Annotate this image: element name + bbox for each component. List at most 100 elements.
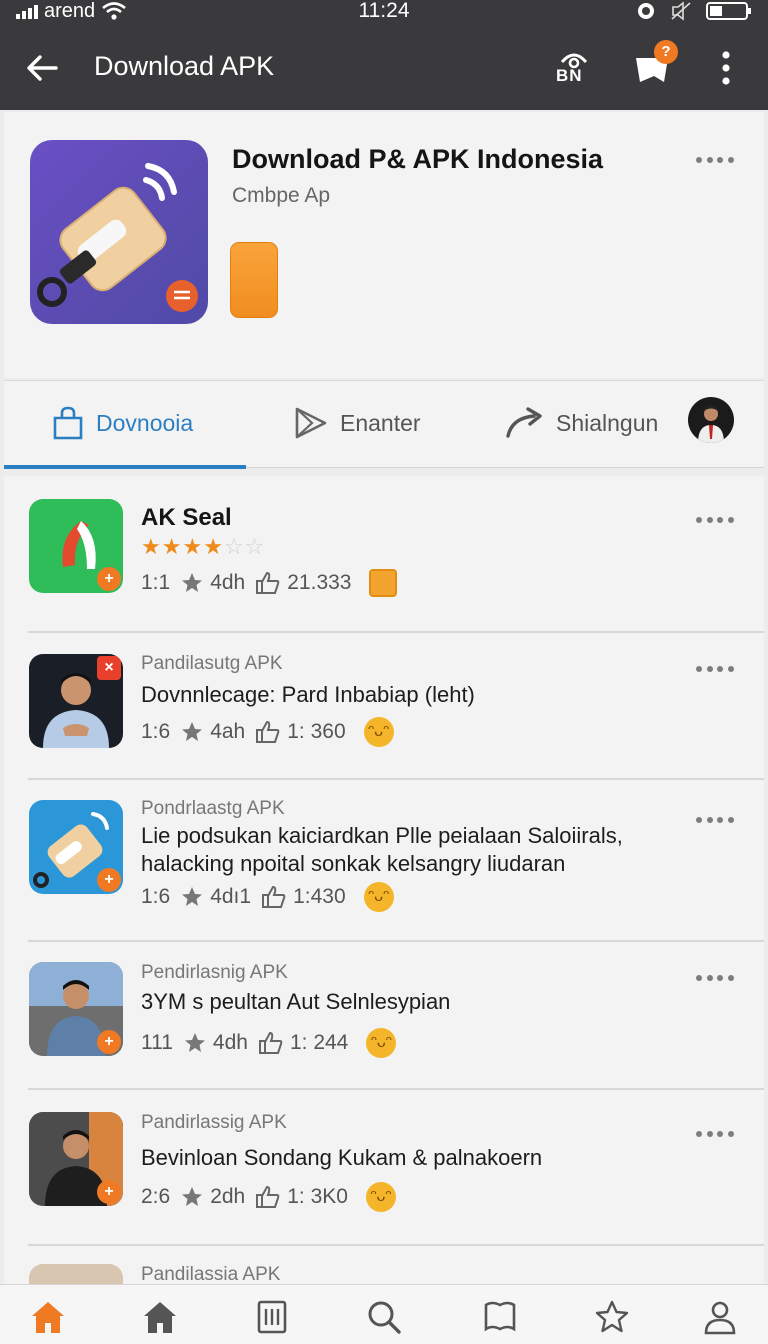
smile-emoji-icon: ᵔᴗᵔ xyxy=(365,1182,396,1212)
bottom-navigation xyxy=(0,1284,768,1344)
item-category: Pandilassia APK xyxy=(141,1264,281,1284)
item-meta: 2:6 2dh 1: 3K0 ᵔᴗᵔ xyxy=(141,1182,396,1212)
item-more-icon[interactable] xyxy=(696,816,734,824)
meta-likes: 21.333 xyxy=(287,571,352,594)
edit-icon xyxy=(255,1185,281,1209)
home-icon xyxy=(144,1302,176,1333)
star-icon xyxy=(180,1185,204,1209)
nav-home[interactable] xyxy=(140,1297,180,1337)
status-bar: arend 11:24 xyxy=(0,0,768,26)
item-title: Lie podsukan kaiciardkan Plle peialaan S… xyxy=(141,823,623,876)
item-more-icon[interactable] xyxy=(696,1130,734,1138)
orange-tag[interactable] xyxy=(230,242,278,318)
mute-icon xyxy=(671,1,691,21)
cart-button[interactable]: ? xyxy=(630,40,678,90)
back-arrow-icon[interactable] xyxy=(22,48,62,88)
tab-download-label: Dovnooia xyxy=(96,409,194,436)
home-icon xyxy=(32,1302,64,1333)
app-header-card: Download P& APK Indonesia Cmbpe Ap xyxy=(4,112,764,378)
plus-badge-icon: + xyxy=(97,868,121,892)
plus-badge-icon: + xyxy=(97,567,121,591)
app-bar: Download APK BN ? xyxy=(0,26,768,110)
item-more-icon[interactable] xyxy=(696,516,734,524)
send-icon xyxy=(295,407,327,439)
item-meta: 111 4dh 1: 244 ᵔᴗᵔ xyxy=(141,1028,397,1058)
active-tab-indicator xyxy=(4,465,246,469)
meta-likes: 1: 360 xyxy=(287,720,346,743)
nav-documents[interactable] xyxy=(252,1297,292,1337)
plus-badge-icon: + xyxy=(97,1030,121,1054)
item-thumbnail xyxy=(29,1264,123,1284)
account-button[interactable]: BN xyxy=(552,46,596,90)
tab-download[interactable]: Dovnooia xyxy=(52,403,193,443)
thumbs-up-icon xyxy=(255,571,281,595)
item-more-icon[interactable] xyxy=(696,974,734,982)
usb-drive-icon xyxy=(37,163,198,312)
app-name: Download P& APK Indonesia xyxy=(232,144,604,174)
list-item[interactable]: Pandilassia APK xyxy=(4,1246,764,1284)
item-meta: 1:1 4dh 21.333 xyxy=(141,568,398,598)
smile-emoji-icon: ᵔᴗᵔ xyxy=(366,1028,397,1058)
item-title: Dovnnlecage: Pard Inbabiap (leht) xyxy=(141,682,475,707)
list-item[interactable]: + Pendirlasnig APK 3YM s peultan Aut Sel… xyxy=(4,942,764,1090)
item-category: Pandirlassig APK xyxy=(141,1112,287,1133)
item-thumbnail: + xyxy=(29,1112,123,1206)
thumbs-up-icon xyxy=(255,720,281,744)
person-photo-icon xyxy=(29,1264,123,1284)
list-item[interactable]: × Pandilasutg APK Dovnnlecage: Pard Inba… xyxy=(4,633,764,780)
item-meta: 1:6 4ah 1: 360 ᵔᴗᵔ xyxy=(141,717,394,747)
bookmark-icon xyxy=(484,1301,516,1332)
thumbs-up-icon xyxy=(258,1031,284,1055)
item-title: Bevinloan Sondang Kukam & palnakoern xyxy=(141,1145,543,1170)
star-icon xyxy=(180,720,204,744)
app-icon[interactable] xyxy=(30,140,208,324)
nav-bookmark[interactable] xyxy=(480,1297,520,1337)
tab-bar: Dovnooia Enanter Shialngun xyxy=(4,380,764,469)
close-badge-icon: × xyxy=(97,656,121,680)
item-title: 3YM s peultan Aut Selnlesypian xyxy=(141,989,451,1014)
meta-time: 4dı1 xyxy=(210,885,252,908)
header-more-icon[interactable] xyxy=(696,156,734,164)
meta-time: 4ah xyxy=(210,720,246,743)
app-list: + AK Seal ★ ★ ★ ★ ☆ ☆ 1:1 4dh 21.333 × Pandil… xyxy=(4,476,764,1284)
meta-version: 1:1 xyxy=(141,571,171,594)
user-avatar[interactable] xyxy=(688,397,734,443)
list-item[interactable]: + Pandirlassig APK Bevinloan Sondang Kuk… xyxy=(4,1090,764,1246)
meta-version: 2:6 xyxy=(141,1185,171,1208)
meta-time: 2dh xyxy=(210,1185,246,1208)
tab-enanter[interactable]: Enanter xyxy=(294,403,421,443)
nav-profile[interactable] xyxy=(700,1297,740,1337)
meta-version: 111 xyxy=(141,1031,173,1054)
smile-emoji-icon: ᵔᴗᵔ xyxy=(363,717,394,747)
alarm-icon xyxy=(638,3,654,19)
list-item[interactable]: + Pondrlaastg APK Lie podsukan kaiciardk… xyxy=(4,780,764,942)
tab-share[interactable]: Shialngun xyxy=(504,403,658,443)
rating-stars: ★ ★ ★ ★ ☆ ☆ xyxy=(141,534,264,560)
nav-home-active[interactable] xyxy=(28,1297,68,1337)
nav-search[interactable] xyxy=(364,1297,404,1337)
thumbs-up-icon xyxy=(261,885,287,909)
list-item[interactable]: + AK Seal ★ ★ ★ ★ ☆ ☆ 1:1 4dh 21.333 xyxy=(4,476,764,633)
item-category: Pondrlaastg APK xyxy=(141,798,285,819)
meta-version: 1:6 xyxy=(141,720,171,743)
plus-badge-icon: + xyxy=(97,1180,121,1204)
tab-share-label: Shialngun xyxy=(556,409,659,436)
more-menu-button[interactable] xyxy=(704,46,748,90)
document-icon xyxy=(257,1300,287,1334)
meta-time: 4dh xyxy=(212,1031,248,1054)
more-vert-icon xyxy=(722,51,730,85)
item-thumbnail: + xyxy=(29,499,123,593)
item-category: Pendirlasnig APK xyxy=(141,962,288,983)
search-icon xyxy=(368,1301,401,1334)
nav-favorites[interactable] xyxy=(592,1297,632,1337)
page-title: Download APK xyxy=(94,51,275,81)
profile-icon xyxy=(704,1301,736,1335)
item-more-icon[interactable] xyxy=(696,665,734,673)
meta-likes: 1: 3K0 xyxy=(287,1185,348,1208)
person-avatar-icon xyxy=(698,405,724,443)
item-thumbnail: × xyxy=(29,654,123,748)
cart-badge: ? xyxy=(654,40,678,64)
star-icon xyxy=(180,571,204,595)
smile-emoji-icon: ᵔᴗᵔ xyxy=(363,882,394,912)
item-thumbnail: + xyxy=(29,962,123,1056)
